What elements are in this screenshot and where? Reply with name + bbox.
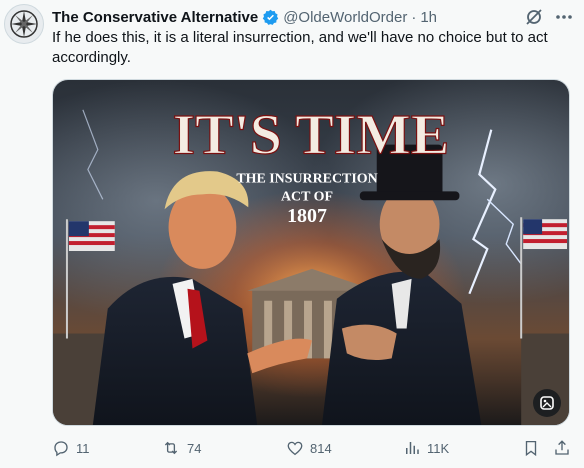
author-name[interactable]: The Conservative Alternative (52, 9, 258, 26)
bookmark-button[interactable] (522, 436, 540, 460)
header-actions (524, 6, 574, 28)
tweet-text: If he does this, it is a literal insurre… (52, 29, 548, 66)
tweet: The Conservative Alternative @OldeWorldO… (0, 0, 584, 468)
reply-icon (54, 441, 68, 457)
image-artwork: IT'S TIME THE INSURRECTION ACT OF 1807 (53, 80, 569, 425)
like-count: 814 (310, 440, 332, 456)
repost-icon (164, 441, 178, 455)
repost-button[interactable]: 74 (161, 436, 201, 460)
image-subtitle-line3: 1807 (287, 205, 327, 227)
tweet-image[interactable]: IT'S TIME THE INSURRECTION ACT OF 1807 (52, 79, 570, 426)
view-count: 11K (427, 440, 450, 456)
timestamp[interactable]: 1h (420, 9, 437, 26)
repost-count: 74 (187, 440, 202, 456)
author-handle[interactable]: @OldeWorldOrder (283, 9, 407, 26)
views-button[interactable]: 11K (403, 436, 449, 460)
compass-emblem-icon (10, 10, 38, 38)
reply-count: 11 (76, 440, 90, 456)
separator-dot: · (411, 8, 417, 26)
verified-badge-icon (262, 9, 279, 25)
reply-button[interactable]: 11 (52, 436, 90, 460)
image-subtitle-line2: ACT OF (281, 189, 333, 204)
image-edit-icon (540, 396, 554, 410)
image-subtitle-line1: THE INSURRECTION (236, 171, 377, 186)
media-edit-button[interactable] (533, 389, 561, 417)
like-button[interactable]: 814 (286, 436, 332, 460)
image-headline: IT'S TIME (173, 104, 450, 167)
views-chart-icon (406, 442, 419, 454)
heart-icon (287, 441, 303, 456)
grok-icon[interactable] (524, 7, 544, 27)
share-button[interactable] (553, 436, 571, 460)
avatar[interactable] (4, 4, 44, 44)
bookmark-icon (525, 440, 537, 457)
more-options-icon[interactable] (554, 7, 574, 27)
tweet-header: The Conservative Alternative @OldeWorldO… (52, 6, 574, 28)
action-bar: 11 74 814 11K (52, 436, 572, 460)
share-icon (555, 440, 569, 455)
